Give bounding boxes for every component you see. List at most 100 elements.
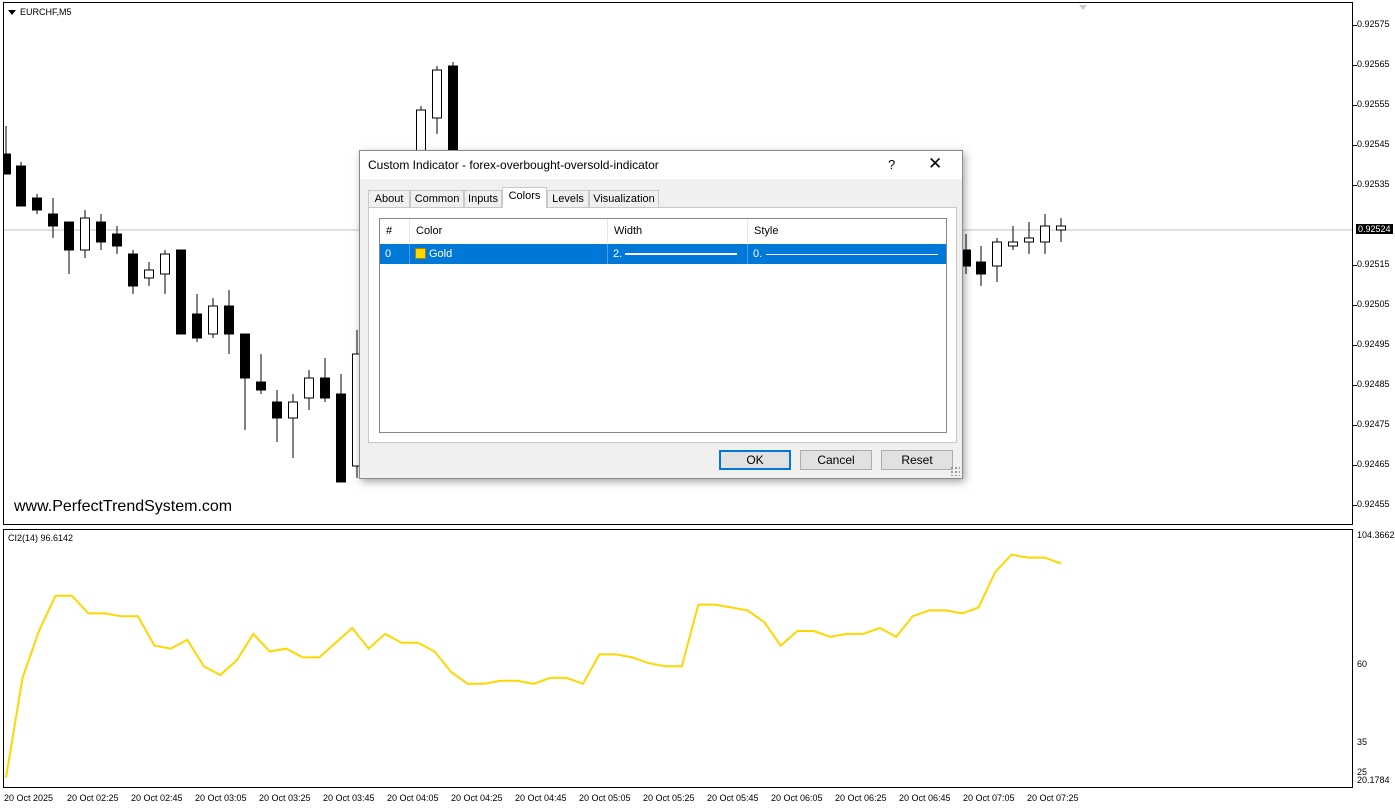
price-tick [1353, 105, 1357, 106]
time-axis-label: 20 Oct 06:05 [771, 793, 823, 803]
symbol-text: EURCHF,M5 [20, 7, 72, 17]
price-axis-label: 0.92545 [1357, 139, 1390, 149]
width-line-sample [625, 253, 737, 255]
column-header-width[interactable]: Width [608, 219, 748, 243]
reset-button[interactable]: Reset [881, 450, 953, 470]
help-button[interactable]: ? [888, 157, 895, 172]
time-axis-label: 20 Oct 05:05 [579, 793, 631, 803]
width-value: 2. [613, 248, 623, 260]
ok-button[interactable]: OK [719, 450, 791, 470]
price-axis-label: 0.92575 [1357, 19, 1390, 29]
tab-inputs[interactable]: Inputs [464, 190, 502, 208]
candle [304, 370, 314, 410]
color-cell[interactable]: Gold [410, 244, 608, 264]
candle [208, 298, 218, 338]
candle [48, 198, 58, 238]
time-axis-label: 20 Oct 07:05 [963, 793, 1015, 803]
price-axis-label: 0.92555 [1357, 99, 1390, 109]
price-tick [1353, 185, 1357, 186]
candle [992, 238, 1002, 282]
indicator-series-line [5, 553, 1062, 778]
color-swatch [415, 248, 426, 259]
tab-common[interactable]: Common [410, 190, 464, 208]
time-axis-label: 20 Oct 04:25 [451, 793, 503, 803]
price-axis-label: 0.92465 [1357, 459, 1390, 469]
candle [64, 221, 74, 274]
dialog-title: Custom Indicator - forex-overbought-over… [368, 158, 659, 172]
symbol-label[interactable]: EURCHF,M5 [8, 7, 72, 17]
column-header-style[interactable]: Style [748, 219, 946, 243]
indicator-axis-label: 60 [1357, 659, 1368, 669]
price-tick [1353, 305, 1357, 306]
candle [192, 294, 202, 342]
time-axis-label: 20 Oct 05:45 [707, 793, 759, 803]
time-axis-label: 20 Oct 04:05 [387, 793, 439, 803]
time-axis-label: 20 Oct 03:25 [259, 793, 311, 803]
price-tick [1353, 465, 1357, 466]
candle [80, 210, 90, 258]
candle [4, 126, 11, 175]
style-cell[interactable]: 0. [748, 244, 946, 264]
price-axis-label: 0.92475 [1357, 419, 1390, 429]
time-axis-label: 20 Oct 04:45 [515, 793, 567, 803]
time-axis-label: 20 Oct 03:05 [195, 793, 247, 803]
candle [16, 162, 26, 207]
cancel-button[interactable]: Cancel [800, 450, 872, 470]
indicator-pane[interactable]: CI2(14) 96.6142 [3, 529, 1353, 788]
table-row[interactable]: 0 Gold 2. 0. [380, 244, 946, 264]
candle [288, 394, 298, 458]
indicator-axis-label: 104.3662 [1357, 530, 1395, 540]
dialog-titlebar[interactable]: Custom Indicator - forex-overbought-over… [360, 151, 962, 179]
price-axis-label: 0.92455 [1357, 499, 1390, 509]
price-tick [1353, 425, 1357, 426]
tab-colors[interactable]: Colors [502, 187, 547, 208]
candle [1040, 214, 1050, 254]
price-axis-label: 0.92485 [1357, 379, 1390, 389]
price-tick [1353, 505, 1357, 506]
price-axis-label: 0.92565 [1357, 59, 1390, 69]
indicator-line-chart [5, 553, 1062, 778]
candle [272, 390, 282, 442]
candle [336, 374, 346, 483]
price-axis-label: 0.92495 [1357, 339, 1390, 349]
price-axis-label: 0.92515 [1357, 259, 1390, 269]
dropdown-triangle-icon [8, 10, 16, 16]
candle [224, 290, 234, 354]
custom-indicator-dialog: Custom Indicator - forex-overbought-over… [359, 150, 963, 479]
width-cell[interactable]: 2. [608, 244, 748, 264]
candle [96, 214, 106, 250]
tab-about[interactable]: About [368, 190, 410, 208]
scroll-marker-icon [1079, 5, 1087, 10]
time-axis-label: 20 Oct 07:25 [1027, 793, 1079, 803]
price-tick [1353, 265, 1357, 266]
time-axis-label: 20 Oct 02:45 [131, 793, 183, 803]
row-index: 0 [380, 244, 410, 264]
candle [320, 358, 330, 402]
color-name: Gold [429, 248, 453, 260]
time-axis-label: 20 Oct 02:25 [67, 793, 119, 803]
column-header-color[interactable]: Color [410, 219, 608, 243]
candle [256, 354, 266, 394]
style-line-sample [766, 254, 938, 255]
candle [160, 250, 170, 294]
colors-grid: # Color Width Style 0 Gold 2. 0. [379, 218, 947, 433]
price-tick [1353, 25, 1357, 26]
price-tick [1353, 65, 1357, 66]
colors-tab-panel: # Color Width Style 0 Gold 2. 0. [368, 207, 957, 443]
price-axis-label: 0.92505 [1357, 299, 1390, 309]
indicator-axis-label: 35 [1357, 737, 1368, 747]
indicator-label: CI2(14) 96.6142 [8, 533, 74, 543]
close-button[interactable]: ✕ [928, 154, 942, 174]
candle [144, 262, 154, 286]
price-tick [1353, 345, 1357, 346]
candle [32, 194, 42, 214]
column-header-index[interactable]: # [380, 219, 410, 243]
tab-visualization[interactable]: Visualization [589, 190, 659, 208]
tab-levels[interactable]: Levels [547, 190, 589, 208]
candle [976, 246, 986, 286]
resize-grip-icon[interactable] [950, 466, 960, 476]
time-axis-label: 20 Oct 03:45 [323, 793, 375, 803]
price-tick [1353, 385, 1357, 386]
indicator-axis-label: 20.1784 [1357, 775, 1390, 785]
candle [1024, 222, 1034, 254]
